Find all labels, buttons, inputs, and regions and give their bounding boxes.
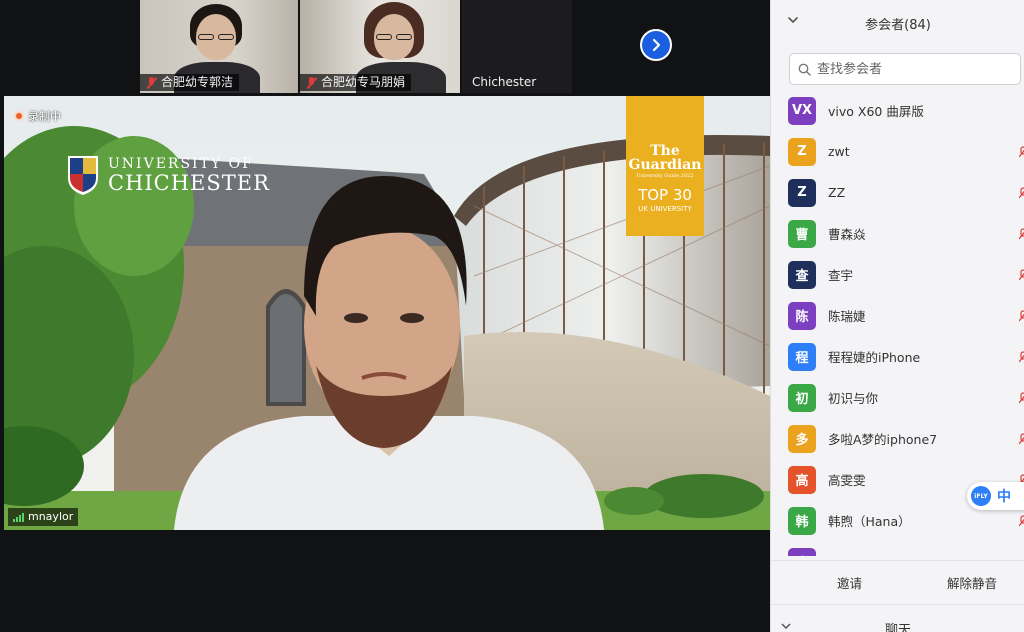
search-input[interactable] — [817, 61, 1007, 77]
mic-muted-icon — [146, 76, 157, 89]
participant-name: 程程婕的iPhone — [828, 350, 921, 365]
avatar: 查 — [788, 260, 816, 289]
search-icon — [798, 63, 811, 76]
chat-header[interactable]: 聊天 — [771, 604, 1024, 632]
mic-muted-icon — [1019, 432, 1024, 444]
avatar: 陈 — [788, 301, 816, 330]
signal-strength-icon — [13, 512, 24, 522]
speaker-name-tag: mnaylor — [8, 508, 79, 526]
unmute-all-button[interactable]: 解除静音 — [947, 573, 997, 592]
avatar: 韩 — [788, 506, 816, 535]
avatar: 高 — [788, 465, 816, 494]
university-name-line2: CHICHESTER — [108, 170, 270, 195]
avatar: 合 — [788, 547, 816, 556]
badge-scope: UK UNIVERSITY — [638, 204, 692, 213]
participant-row[interactable]: 陈陈瑞婕 — [771, 295, 1024, 336]
avatar: 初 — [788, 383, 816, 412]
participant-row[interactable]: Z ZZ — [771, 172, 1024, 213]
chevron-right-icon — [652, 38, 661, 52]
panel-actions: 邀请 解除静音 — [771, 560, 1024, 604]
participant-name: vivo X60 曲屏版 — [828, 104, 924, 119]
avatar: Z — [788, 178, 816, 207]
university-name-line1: UNIVERSITY OF — [108, 155, 254, 172]
participants-panel: 参会者(84) VXvivo X60 曲屏版ZzwtZZZ曹曹森焱查查宇陈陈瑞婕… — [770, 0, 1024, 632]
participant-name: 陈瑞婕 — [828, 309, 866, 324]
speaker-name: mnaylor — [28, 510, 74, 523]
recording-dot-icon — [14, 111, 24, 121]
participant-row[interactable]: Zzwt — [771, 131, 1024, 172]
thumbnail-name-tag: 合肥幼专马朋娟 — [300, 74, 412, 91]
ifly-input-widget[interactable]: iFLY 中 — [967, 482, 1024, 510]
chat-title: 聊天 — [884, 623, 911, 632]
ifly-language-label: 中 — [997, 489, 1011, 505]
participant-name: 韩煦（Hana） — [828, 514, 911, 529]
mic-muted-icon — [1019, 350, 1024, 362]
thumbnail-name: Chichester — [472, 75, 537, 89]
mic-muted-icon — [306, 76, 317, 89]
participant-name: 高雯雯 — [828, 473, 866, 488]
next-page-button[interactable] — [640, 29, 672, 61]
university-logo: UNIVERSITY OF CHICHESTER — [66, 154, 270, 196]
active-speaker-video[interactable]: 录制中 UNIVERSITY OF CHICHESTER The Guardia… — [4, 96, 770, 530]
participant-name: 查宇 — [828, 268, 854, 283]
participant-thumbnail[interactable]: 合肥幼专郭洁 — [140, 0, 298, 93]
avatar: VX — [788, 96, 816, 125]
avatar: 程 — [788, 342, 816, 371]
mic-muted-icon — [1019, 145, 1024, 157]
meeting-window: 合肥幼专郭洁 合肥幼专马朋娟 Chichester 录制中 UNIVERSITY… — [0, 0, 1024, 632]
panel-header: 参会者(84) — [771, 0, 1024, 44]
video-area: 合肥幼专郭洁 合肥幼专马朋娟 Chichester 录制中 UNIVERSITY… — [0, 0, 770, 632]
participant-thumbnail[interactable]: 合肥幼专马朋娟 — [300, 0, 460, 93]
thumbnail-name: 合肥幼专郭洁 — [161, 75, 234, 89]
thumbnail-name: 合肥幼专马朋娟 — [321, 75, 406, 89]
thumbnail-name-tag: 合肥幼专郭洁 — [140, 74, 240, 91]
participant-row[interactable]: 曹曹森焱 — [771, 213, 1024, 254]
badge-rank: TOP 30 — [638, 185, 692, 204]
participant-row[interactable]: 程程程婕的iPhone — [771, 336, 1024, 377]
participant-row[interactable]: 初初识与你 — [771, 377, 1024, 418]
mic-muted-icon — [1022, 555, 1024, 556]
participant-row[interactable]: 查查宇 — [771, 254, 1024, 295]
ifly-icon: iFLY — [971, 486, 991, 506]
invite-button[interactable]: 邀请 — [837, 573, 862, 592]
badge-publisher: The Guardian — [628, 143, 702, 173]
mic-muted-icon — [1019, 309, 1024, 321]
participant-row[interactable]: VX vivo X60 曲屏版 — [771, 90, 1024, 131]
participant-row[interactable]: 合合肥幼专 朱宇慧 — [771, 541, 1024, 556]
glasses — [198, 34, 214, 40]
glasses — [218, 34, 234, 40]
mic-muted-icon — [1019, 227, 1024, 239]
participant-row[interactable]: 多多啦A梦的iphone7 — [771, 418, 1024, 459]
badge-guide: University Guide 2022 — [636, 173, 694, 179]
avatar: 曹 — [788, 219, 816, 248]
participant-name: ZZ — [828, 185, 846, 200]
participant-thumbnail[interactable]: Chichester — [462, 0, 572, 93]
mic-muted-icon — [1019, 186, 1024, 198]
avatar: 多 — [788, 424, 816, 453]
panel-title: 参会者(84) — [865, 18, 931, 33]
recording-indicator: 录制中 — [14, 108, 61, 124]
participant-search[interactable] — [789, 53, 1021, 85]
mic-muted-icon — [1019, 268, 1024, 280]
ranking-badge: The Guardian University Guide 2022 TOP 3… — [626, 96, 704, 236]
mic-muted-icon — [1019, 391, 1024, 403]
glasses — [376, 34, 392, 40]
participant-name: 初识与你 — [828, 391, 879, 406]
thumbnail-name-tag: Chichester — [466, 74, 542, 91]
recording-label: 录制中 — [28, 110, 61, 123]
glasses — [396, 34, 412, 40]
avatar: Z — [788, 137, 816, 166]
mic-muted-icon — [1019, 514, 1024, 526]
participant-name: zwt — [828, 144, 850, 159]
shield-logo-icon — [68, 156, 98, 195]
participant-name: 合肥幼专 朱宇慧 — [828, 552, 919, 556]
participant-name: 曹森焱 — [828, 227, 866, 242]
participant-name: 多啦A梦的iphone7 — [828, 432, 938, 447]
